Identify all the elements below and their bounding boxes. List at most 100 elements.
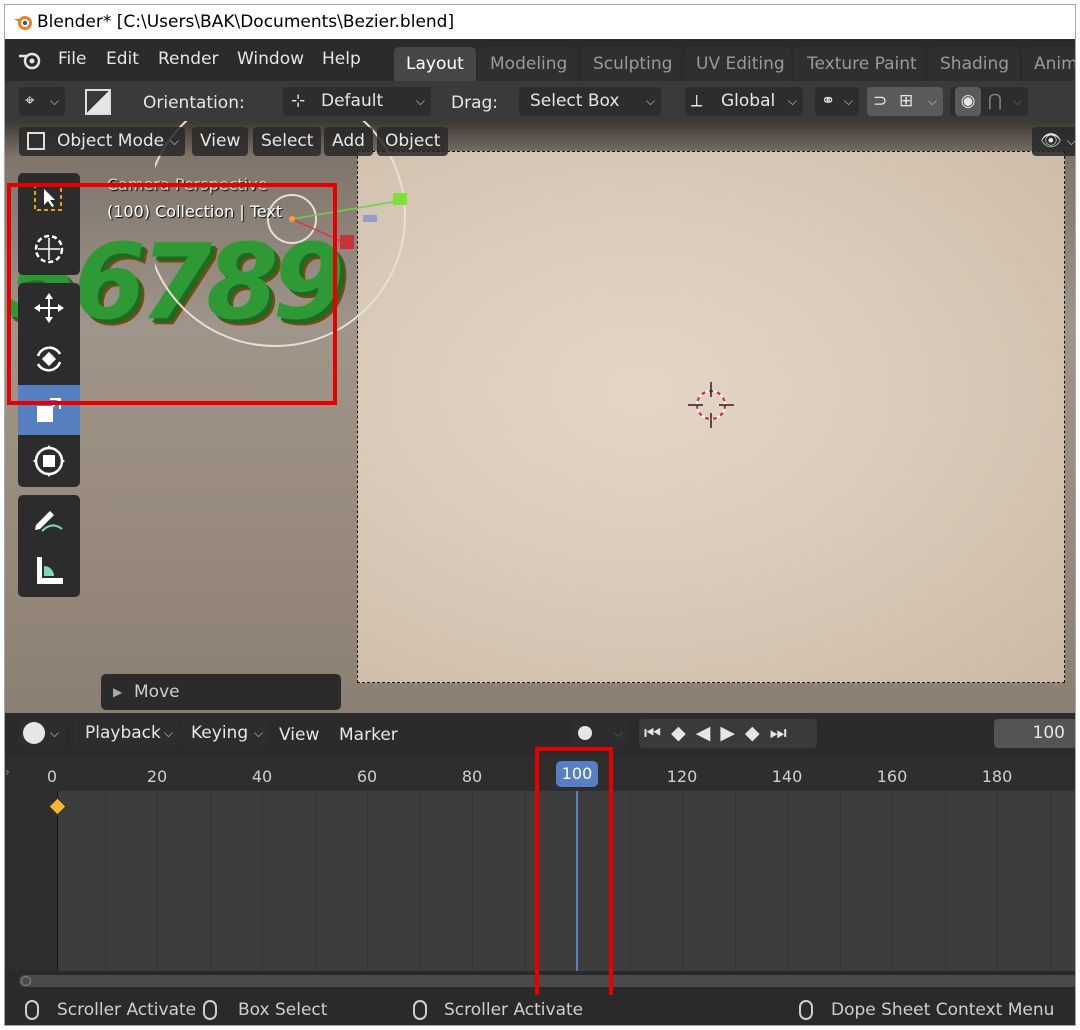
playback-controls[interactable]: ⏮◆◀▶◆⏭ <box>639 719 817 748</box>
visibility-dropdown[interactable]: 👁 ⌵ <box>1032 127 1075 156</box>
transform-tool-icon: ⌖ <box>25 91 35 111</box>
scroll-handle-icon[interactable] <box>21 976 31 986</box>
tab-sculpting[interactable]: Sculpting <box>581 47 680 81</box>
orientation-dropdown[interactable]: ⊹ Default ⌵ <box>283 87 431 116</box>
auto-keying-toggle[interactable]: ⌵ <box>571 719 629 748</box>
chevron-down-icon: ⌵ <box>415 94 425 108</box>
chevron-down-icon: ⌵ <box>49 94 59 108</box>
chevron-down-icon: ⌵ <box>169 134 179 148</box>
ruler-tick: 140 <box>771 767 803 786</box>
last-operator-label: Move <box>134 682 180 702</box>
chevron-down-icon: ⌵ <box>1012 94 1022 108</box>
menu-file[interactable]: File <box>58 49 86 69</box>
transform-icon <box>33 445 65 477</box>
orientation-label: Orientation: <box>143 93 245 113</box>
chevron-down-icon: ⌵ <box>49 726 59 740</box>
viewport-menu-add[interactable]: Add <box>324 127 373 156</box>
axis-icon: ⊹ <box>291 91 306 111</box>
jump-start-icon[interactable]: ⏮ <box>644 722 671 744</box>
ruler-tick: 160 <box>876 767 908 786</box>
tab-shading[interactable]: Shading <box>928 47 1020 81</box>
falloff-icon: ⋂ <box>988 91 1002 111</box>
chevron-down-icon: ⌵ <box>253 726 263 740</box>
menu-edit[interactable]: Edit <box>106 49 139 69</box>
title-bar: Blender* [C:\Users\BAK\Documents\Bezier.… <box>5 5 1075 39</box>
magnet-icon: ⊃ <box>873 91 888 111</box>
highlight-box-toolbar <box>7 183 337 405</box>
ruler-tick: 60 <box>356 767 378 786</box>
expand-arrow-icon[interactable]: › <box>5 765 10 779</box>
mouse-middle-icon <box>413 1000 427 1020</box>
current-frame-field[interactable]: 100 <box>994 719 1075 748</box>
jump-end-icon[interactable]: ⏭ <box>770 722 797 744</box>
last-operator-panel[interactable]: ▶ Move <box>101 674 341 710</box>
3d-viewport[interactable]: 56789 Object Mode ⌵ View Select Add Obje… <box>5 121 1075 713</box>
chevron-down-icon: ⌵ <box>843 94 853 108</box>
tab-animation[interactable]: Anim <box>1022 47 1075 81</box>
3d-cursor-icon[interactable] <box>688 382 734 428</box>
mouse-left-icon <box>25 1000 39 1020</box>
record-icon <box>578 726 592 740</box>
object-mode-icon <box>27 132 45 150</box>
global-axis-icon: ⟂ <box>691 91 703 111</box>
top-menu-bar: File Edit Render Window Help Layout Mode… <box>5 39 1075 81</box>
viewport-menu-view[interactable]: View <box>192 127 249 156</box>
chevron-down-icon: ⌵ <box>927 94 937 108</box>
transform-orientation-dropdown[interactable]: ⟂ Global ⌵ <box>685 87 803 116</box>
expand-triangle-icon: ▶ <box>113 685 123 699</box>
ruler-tick: 120 <box>666 767 698 786</box>
play-reverse-icon[interactable]: ◀ <box>696 722 721 744</box>
chevron-down-icon: ⌵ <box>163 726 173 740</box>
annotate-tool[interactable] <box>18 495 80 545</box>
proportional-edit[interactable]: ◉ ⋂ ⌵ <box>950 87 1028 116</box>
annotate-pencil-icon <box>35 511 63 532</box>
ruler-tick: 180 <box>981 767 1013 786</box>
snap-toggle[interactable]: ⊃ ⊞ ⌵ <box>867 87 943 116</box>
editor-type-dropdown[interactable]: ⌵ <box>19 719 65 748</box>
start-frame-line <box>57 791 58 971</box>
proportional-icon: ◉ <box>955 87 981 116</box>
pre-range-area <box>5 791 57 971</box>
timeline-editor[interactable]: ⌵ Playback ⌵ Keying ⌵ View Marker ⌵ ⏮◆◀▶◆⏭… <box>5 713 1075 1011</box>
measure-tool[interactable] <box>18 546 80 596</box>
pivot-icon: ⚭ <box>821 91 836 111</box>
timeline-menu-marker[interactable]: Marker <box>339 725 398 745</box>
ruler-tick: 40 <box>251 767 273 786</box>
eye-icon: 👁 <box>1040 131 1062 151</box>
playback-label: Playback <box>85 723 161 743</box>
next-keyframe-icon[interactable]: ◆ <box>745 722 770 744</box>
tab-uv-editing[interactable]: UV Editing <box>684 47 791 81</box>
mouse-right-icon <box>799 1000 813 1020</box>
prev-keyframe-icon[interactable]: ◆ <box>671 722 696 744</box>
blender-menu-icon[interactable] <box>17 48 43 72</box>
object-mode-dropdown[interactable]: Object Mode ⌵ <box>19 127 185 156</box>
annotate-tools-group <box>18 495 80 597</box>
tab-modeling[interactable]: Modeling <box>478 47 577 81</box>
snap-increment-icon: ⊞ <box>899 91 914 111</box>
tab-layout[interactable]: Layout <box>394 47 476 81</box>
menu-help[interactable]: Help <box>322 49 361 69</box>
transform-tool[interactable] <box>18 436 80 486</box>
keying-label: Keying <box>191 723 249 743</box>
ruler-tick: 80 <box>461 767 483 786</box>
timeline-menu-view[interactable]: View <box>279 725 319 745</box>
menu-window[interactable]: Window <box>237 49 304 69</box>
viewport-menu-select[interactable]: Select <box>253 127 322 156</box>
status-context-menu: Dope Sheet Context Menu <box>831 1000 1055 1020</box>
chevron-down-icon: ⌵ <box>787 94 797 108</box>
play-icon[interactable]: ▶ <box>720 722 745 744</box>
tool-settings-header: ⌖ ⌵ Orientation: ⊹ Default ⌵ Drag: Select… <box>5 81 1075 121</box>
drag-dropdown[interactable]: Select Box ⌵ <box>519 87 661 116</box>
scale-tool-icon[interactable] <box>85 89 111 115</box>
menu-render[interactable]: Render <box>158 49 219 69</box>
ruler-tick: 0 <box>46 767 58 786</box>
playback-menu[interactable]: Playback ⌵ <box>73 719 179 748</box>
keying-menu[interactable]: Keying ⌵ <box>181 719 269 748</box>
drag-label: Drag: <box>451 93 499 113</box>
tab-texture-paint[interactable]: Texture Paint <box>795 47 924 81</box>
window-title: Blender* [C:\Users\BAK\Documents\Bezier.… <box>37 12 455 32</box>
pivot-dropdown[interactable]: ⚭ ⌵ <box>815 87 859 116</box>
viewport-menu-object[interactable]: Object <box>377 127 449 156</box>
transform-orientation-value: Global <box>721 91 776 111</box>
tool-select-dropdown[interactable]: ⌖ ⌵ <box>19 87 65 116</box>
